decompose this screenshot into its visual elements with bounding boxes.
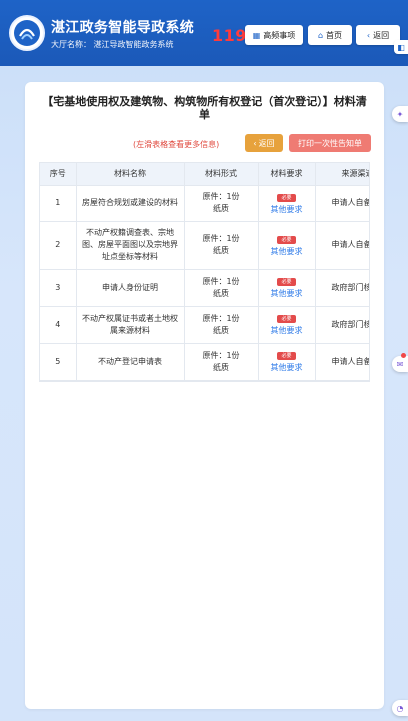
grid-icon: ▦ (252, 30, 261, 40)
frequent-items-label: 高频事项 (263, 30, 296, 40)
header-source: 来源渠道 (315, 163, 369, 186)
print-notice-button[interactable]: 打印一次性告知单 (289, 134, 371, 152)
hall-name: 大厅名称： 湛江导政智能政务系统 (51, 40, 174, 49)
header-name: 材料名称 (76, 163, 185, 186)
side-assistant-icon[interactable]: ✦ (392, 106, 408, 122)
material-requirement: 必要 其他要求 (258, 185, 316, 222)
materials-table-scroll[interactable]: 序号 材料名称 材料形式 材料要求 来源渠道 1房屋符合规划或建设的材料原件：1… (39, 162, 370, 382)
header-requirement: 材料要求 (258, 163, 316, 186)
side-help-icon[interactable]: ◔ (392, 700, 408, 716)
top-header: 湛江政务智能导政系统 大厅名称： 湛江导政智能政务系统 119 ▦ 高频事项 ⌂… (0, 0, 408, 66)
other-requirements-link[interactable]: 其他要求 (264, 325, 310, 337)
other-requirements-link[interactable]: 其他要求 (264, 288, 310, 300)
table-row: 1 房屋符合规划或建设的材料 原件：1份 纸质 必要 其他要求 申请人自备 (40, 185, 369, 222)
home-button[interactable]: ⌂ 首页 (308, 25, 352, 45)
logo-icon (9, 15, 45, 51)
other-requirements-link[interactable]: 其他要求 (264, 246, 310, 258)
required-badge: 必要 (277, 278, 296, 286)
material-requirement: 必要 其他要求 (258, 343, 316, 381)
swipe-hint: (左滑表格查看更多信息) (133, 140, 220, 149)
material-source: 申请人自备 (315, 221, 369, 270)
required-badge: 必要 (277, 352, 296, 360)
table-row: 4不动产权属证书或者土地权属来源材料原件：1份 纸质必要其他要求政府部门核发 (40, 306, 369, 344)
material-form: 原件：1份 纸质 (184, 185, 259, 222)
page-title: 【宅基地使用权及建筑物、构筑物所有权登记（首次登记）】材料清单 (42, 95, 367, 121)
row-no: 1 (40, 185, 77, 222)
return-label: 返回 (258, 138, 275, 148)
material-source: 政府部门核发 (315, 306, 369, 344)
chevron-left-icon: ‹ (366, 30, 371, 40)
material-requirement: 必要 其他要求 (258, 306, 316, 344)
materials-panel: 【宅基地使用权及建筑物、构筑物所有权登记（首次登记）】材料清单 (左滑表格查看更… (25, 82, 384, 709)
materials-table: 序号 材料名称 材料形式 材料要求 来源渠道 1房屋符合规划或建设的材料原件：1… (40, 163, 369, 381)
countdown-timer: 119 (212, 26, 247, 45)
material-requirement: 必要 其他要求 (258, 269, 316, 307)
material-name: 申请人身份证明 (76, 269, 185, 307)
header-no: 序号 (40, 163, 77, 186)
home-icon: ⌂ (317, 30, 324, 40)
header-form: 材料形式 (184, 163, 259, 186)
required-badge: 必要 (277, 235, 296, 244)
material-name: 不动产权属证书或者土地权属来源材料 (76, 306, 185, 344)
row-no: 3 (40, 269, 77, 307)
row-no: 5 (40, 343, 77, 381)
material-name: 不动产权籍调查表、宗地图、房屋平面图以及宗地界址点坐标等材料 (76, 221, 185, 270)
required-badge: 必要 (277, 315, 296, 323)
table-header-row: 序号 材料名称 材料形式 材料要求 来源渠道 (40, 163, 369, 186)
home-label: 首页 (326, 30, 343, 40)
chevron-left-icon: ‹ (253, 138, 257, 148)
table-row: 2 不动产权籍调查表、宗地图、房屋平面图以及宗地界址点坐标等材料 原件：1份 纸质必… (40, 221, 369, 270)
row-no: 4 (40, 306, 77, 344)
row-no: 2 (40, 221, 77, 270)
other-requirements-link[interactable]: 其他要求 (264, 204, 310, 216)
back-label: 返回 (373, 30, 390, 40)
material-form: 原件：1份 纸质 (184, 343, 259, 381)
return-button[interactable]: ‹ 返回 (245, 134, 283, 152)
material-name: 不动产登记申请表 (76, 343, 185, 381)
material-source: 政府部门核发 (315, 269, 369, 307)
table-row: 5 不动产登记申请表 原件：1份 纸质 必要 其他要求 申请人自备 (40, 343, 369, 381)
material-requirement: 必要 其他要求 (258, 221, 316, 270)
required-badge: 必要 (277, 193, 296, 202)
frequent-items-button[interactable]: ▦ 高频事项 (245, 25, 303, 45)
table-row: 3申请人身份证明原件：1份 纸质必要其他要求政府部门核发 (40, 269, 369, 307)
other-requirements-link[interactable]: 其他要求 (264, 362, 310, 374)
material-source: 申请人自备 (315, 343, 369, 381)
print-notice-label: 打印一次性告知单 (298, 138, 362, 148)
notification-dot (401, 353, 406, 358)
material-form: 原件：1份 纸质 (184, 269, 259, 307)
material-source: 申请人自备 (315, 185, 369, 222)
material-name: 房屋符合规划或建设的材料 (76, 185, 185, 222)
material-form: 原件：1份 纸质 (184, 306, 259, 344)
side-tab-icon[interactable]: ◧ (394, 40, 408, 54)
app-title: 湛江政务智能导政系统 (51, 20, 194, 36)
material-form: 原件：1份 纸质 (184, 221, 259, 270)
side-message-icon[interactable]: ✉ (392, 353, 408, 372)
